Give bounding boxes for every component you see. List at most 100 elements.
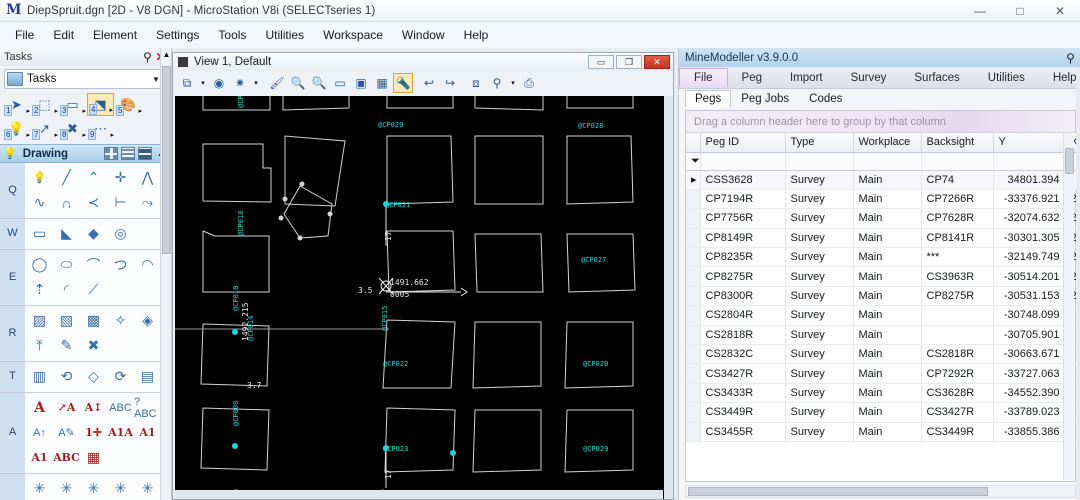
auto-fill-enter-data-fields-icon[interactable]: ▦ [80, 445, 107, 470]
tasks-dock-scrollbar[interactable]: ▲ [160, 48, 171, 500]
menu-help[interactable]: Help [455, 24, 498, 46]
mm-menu-peg[interactable]: Peg [728, 69, 776, 87]
hatch-area-icon[interactable]: ▨ [26, 308, 53, 333]
color-palette-tool[interactable]: 🎨 5 ▸ [115, 93, 142, 116]
menu-edit[interactable]: Edit [44, 24, 83, 46]
table-row[interactable]: CP7756RSurveyMainCP7628R-32074.632296 [686, 208, 1080, 229]
cell-backsight[interactable]: CP7266R [921, 189, 994, 210]
cell-workplace[interactable]: Main [853, 325, 922, 346]
filter-cell[interactable] [921, 152, 994, 171]
cad-canvas[interactable]: @CP017 @CP020 @CP028 @CP018 @CP021 @CP027 @CP0… [175, 96, 670, 499]
cell-workplace[interactable]: Main [853, 363, 922, 384]
zoom-in-icon[interactable]: 🔍 [288, 73, 308, 93]
cell-type[interactable]: Survey [785, 363, 854, 384]
place-stream-icon[interactable]: ⋀ [134, 165, 161, 190]
cell-workplace[interactable]: Main [853, 305, 922, 326]
cell-y[interactable]: -33855.386 [993, 422, 1066, 442]
scrollbar-thumb[interactable] [688, 487, 988, 496]
group-by-hint[interactable]: Drag a column header here to group by th… [686, 111, 1075, 133]
grid-horizontal-scrollbar[interactable] [685, 485, 1076, 498]
view-minimize-button[interactable]: ▭ [588, 55, 614, 69]
dimension-angle-icon[interactable]: ✳ [80, 476, 107, 500]
menu-element[interactable]: Element [84, 24, 146, 46]
place-bspline-icon[interactable]: ⊢ [107, 190, 134, 215]
modify-arc-radius-icon[interactable]: ⇡ [26, 277, 53, 302]
cell-type[interactable]: Survey [785, 422, 854, 442]
table-row[interactable]: CS3449RSurveyMainCS3427R-33789.0235 [686, 402, 1080, 423]
cell-peg-id[interactable]: CS3449R [700, 402, 786, 423]
cell-type[interactable]: Survey [785, 189, 854, 210]
table-row[interactable]: CS2804RSurveyMain-30748.0995 [686, 305, 1080, 326]
cell-workplace[interactable]: Main [853, 208, 922, 229]
grid-view-icon[interactable] [104, 147, 118, 160]
pin-icon[interactable]: ⚲ [141, 50, 154, 64]
cell-y[interactable]: -30531.153 [993, 286, 1066, 307]
update-view-caret-icon[interactable]: ▾ [198, 73, 208, 93]
pin-icon[interactable]: ⚲ [1064, 51, 1077, 65]
place-line-icon[interactable]: ╱ [53, 165, 80, 190]
clip-mask-icon[interactable]: ⎙ [519, 73, 539, 93]
display-mode-caret-icon[interactable]: ▾ [251, 73, 261, 93]
dimension-ordinate-icon[interactable]: ✳ [107, 476, 134, 500]
table-row[interactable]: CS2818RSurveyMain-30705.9015 [686, 325, 1080, 346]
cell-backsight[interactable]: CP74 [921, 170, 994, 190]
place-arc-icon[interactable]: ⌒ [80, 252, 107, 277]
filter-cell[interactable] [853, 152, 922, 171]
cell-workplace[interactable]: Main [853, 247, 922, 268]
edit-text-icon[interactable]: A↕ [80, 395, 107, 420]
maximize-button[interactable]: □ [1000, 0, 1040, 22]
cell-workplace[interactable]: Main [853, 266, 922, 287]
cell-type[interactable]: Survey [785, 286, 854, 307]
cell-peg-id[interactable]: CSS3628 [700, 170, 786, 190]
task-selector-combo[interactable]: Tasks ▼ [4, 69, 167, 89]
column-header-workplace[interactable]: Workplace [853, 133, 922, 153]
dimension-element-icon[interactable]: ✳ [53, 476, 80, 500]
zoom-out-icon[interactable]: 🔍 [309, 73, 329, 93]
cell-backsight[interactable]: CP7292R [921, 363, 994, 384]
replace-cell-icon[interactable]: ⟳ [107, 364, 134, 389]
tab-pegs[interactable]: Pegs [685, 90, 732, 108]
place-circle-icon[interactable]: ◯ [26, 252, 53, 277]
copy-view-icon[interactable]: ⧈ [466, 73, 486, 93]
cell-backsight[interactable]: CS3449R [921, 422, 994, 442]
cell-backsight[interactable]: CS2818R [921, 344, 994, 365]
cell-peg-id[interactable]: CP8235R [700, 247, 786, 268]
cell-workplace[interactable]: Main [853, 402, 922, 423]
table-row[interactable]: CS3433RSurveyMainCS3628R-34552.3905 [686, 383, 1080, 404]
cell-peg-id[interactable]: CP7756R [700, 208, 786, 229]
menu-file[interactable]: File [6, 24, 43, 46]
menu-window[interactable]: Window [393, 24, 454, 46]
drop-cell-icon[interactable]: ▤ [134, 364, 161, 389]
cell-type[interactable]: Survey [785, 208, 854, 229]
view-vertical-scrollbar[interactable] [664, 96, 673, 499]
table-row[interactable]: CP8275RSurveyMainCS3963R-30514.201295 [686, 266, 1080, 287]
column-header-peg-id[interactable]: Peg ID [700, 133, 786, 153]
place-text-icon[interactable]: A [26, 395, 53, 420]
view-previous-icon[interactable]: ↩ [419, 73, 439, 93]
light-tool[interactable]: 💡 6 ▸ [3, 117, 30, 140]
measure-tool[interactable]: ⋯ 9 ▸ [87, 117, 114, 140]
cell-type[interactable]: Survey [785, 247, 854, 268]
cell-type[interactable]: Survey [785, 325, 854, 346]
view-next-icon[interactable]: ↪ [440, 73, 460, 93]
manipulate-tool[interactable]: ⬔ 4 ▸ [87, 93, 114, 116]
view-groups-tool[interactable]: ▭ 3 ▸ [59, 93, 86, 116]
modify-curve-icon[interactable]: ⤳ [134, 190, 161, 215]
place-note-icon[interactable]: ↗A [53, 395, 80, 420]
select-cell-icon[interactable]: ◇ [80, 364, 107, 389]
copy-increment-text-icon[interactable]: A1 [26, 445, 53, 470]
place-smartline-icon[interactable]: 💡 [26, 165, 53, 190]
cell-backsight[interactable]: *** [921, 247, 994, 268]
mm-menu-surfaces[interactable]: Surfaces [900, 69, 973, 87]
mm-menu-utilities[interactable]: Utilities [974, 69, 1039, 87]
table-row[interactable]: CP7194RSurveyMainCP7266R-33376.921295 [686, 189, 1080, 210]
cell-backsight[interactable]: CS3427R [921, 402, 994, 423]
pattern-area-icon[interactable]: ▩ [80, 308, 107, 333]
cell-y[interactable]: -30748.099 [993, 305, 1066, 326]
cell-peg-id[interactable]: CS2818R [700, 325, 786, 346]
tab-peg-jobs[interactable]: Peg Jobs [731, 90, 799, 108]
place-dimension-icon[interactable]: ✳ [26, 476, 53, 500]
element-selection-tool[interactable]: ➤ 1 ▸ [3, 93, 30, 116]
table-row[interactable]: CP8300RSurveyMainCP8275R-30531.153295 [686, 286, 1080, 307]
linear-pattern-icon[interactable]: ✧ [107, 308, 134, 333]
